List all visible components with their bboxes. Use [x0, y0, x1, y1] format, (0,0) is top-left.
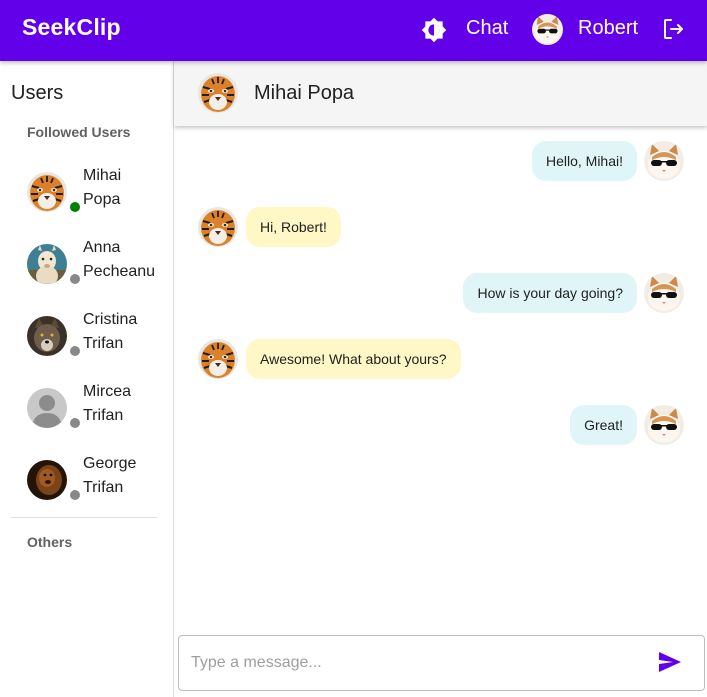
user-avatar — [27, 316, 67, 356]
brightness-icon[interactable] — [421, 17, 447, 43]
message-sent: How is your day going? — [174, 273, 707, 313]
app-logo[interactable]: SeekClip — [22, 14, 121, 41]
message-composer — [178, 635, 705, 691]
message-sent: Hello, Mihai! — [174, 141, 707, 181]
sidebar-user-anna-pecheanu[interactable]: Anna Pecheanu — [0, 228, 173, 300]
message-bubble: Awesome! What about yours? — [246, 339, 461, 379]
message-sent: Great! — [174, 405, 707, 445]
message-bubble: Hi, Robert! — [246, 207, 341, 247]
offline-status-dot — [70, 418, 80, 428]
nav-chat-link[interactable]: Chat — [466, 17, 508, 40]
sidebar-user-mircea-trifan[interactable]: Mircea Trifan — [0, 372, 173, 444]
current-user-name[interactable]: Robert — [578, 17, 638, 40]
sidebar-user-mihai-popa[interactable]: Mihai Popa — [0, 156, 173, 228]
user-name: Mihai Popa — [83, 167, 122, 208]
sender-avatar — [644, 405, 684, 445]
offline-status-dot — [70, 346, 80, 356]
sidebar-user-george-trifan[interactable]: George Trifan — [0, 444, 173, 516]
online-status-dot — [70, 202, 80, 212]
sidebar-divider — [11, 517, 157, 518]
user-name: George Trifan — [83, 455, 137, 496]
user-name: Mircea Trifan — [83, 383, 132, 424]
user-name: Cristina Trifan — [83, 311, 138, 352]
sidebar-user-cristina-trifan[interactable]: Cristina Trifan — [0, 300, 173, 372]
followed-users-label: Followed Users — [27, 124, 131, 140]
message-bubble: How is your day going? — [463, 273, 637, 313]
sender-avatar — [198, 339, 238, 379]
message-received: Awesome! What about yours? — [174, 339, 707, 379]
chat-header: Mihai Popa — [174, 61, 707, 126]
sender-avatar — [644, 273, 684, 313]
others-label: Others — [27, 534, 73, 550]
user-avatar — [27, 244, 67, 284]
current-user-avatar[interactable] — [532, 14, 563, 45]
user-avatar — [27, 460, 67, 500]
send-icon[interactable] — [658, 651, 684, 675]
app-bar: SeekClip Chat Robert — [0, 0, 707, 61]
users-sidebar: Users Followed Users Mihai Popa Anna Peche… — [0, 61, 174, 697]
user-avatar — [27, 172, 67, 212]
contact-name: Mihai Popa — [254, 82, 355, 104]
message-input[interactable] — [191, 646, 641, 680]
sender-avatar — [644, 141, 684, 181]
user-name: Anna Pecheanu — [83, 239, 156, 280]
sender-avatar — [198, 207, 238, 247]
message-bubble: Great! — [570, 405, 637, 445]
offline-status-dot — [70, 490, 80, 500]
logout-icon[interactable] — [661, 17, 685, 41]
sidebar-title: Users — [11, 82, 64, 104]
contact-avatar[interactable] — [198, 73, 238, 113]
message-received: Hi, Robert! — [174, 207, 707, 247]
message-bubble: Hello, Mihai! — [531, 141, 637, 181]
offline-status-dot — [70, 274, 80, 284]
user-avatar — [27, 388, 67, 428]
